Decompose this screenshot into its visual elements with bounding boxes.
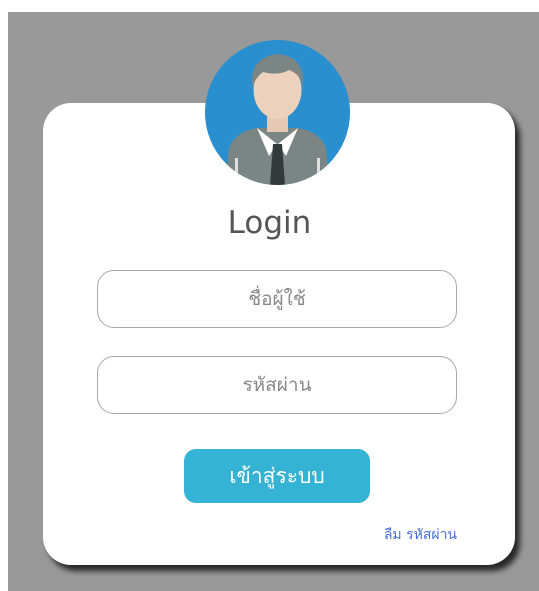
login-button[interactable]: เข้าสู่ระบบ xyxy=(184,449,370,503)
username-input[interactable] xyxy=(97,270,457,328)
forgot-password-link[interactable]: ลืม รหัสผ่าน xyxy=(384,524,457,546)
login-title: Login xyxy=(227,205,312,241)
user-avatar-icon xyxy=(205,40,350,185)
password-input[interactable] xyxy=(97,356,457,414)
